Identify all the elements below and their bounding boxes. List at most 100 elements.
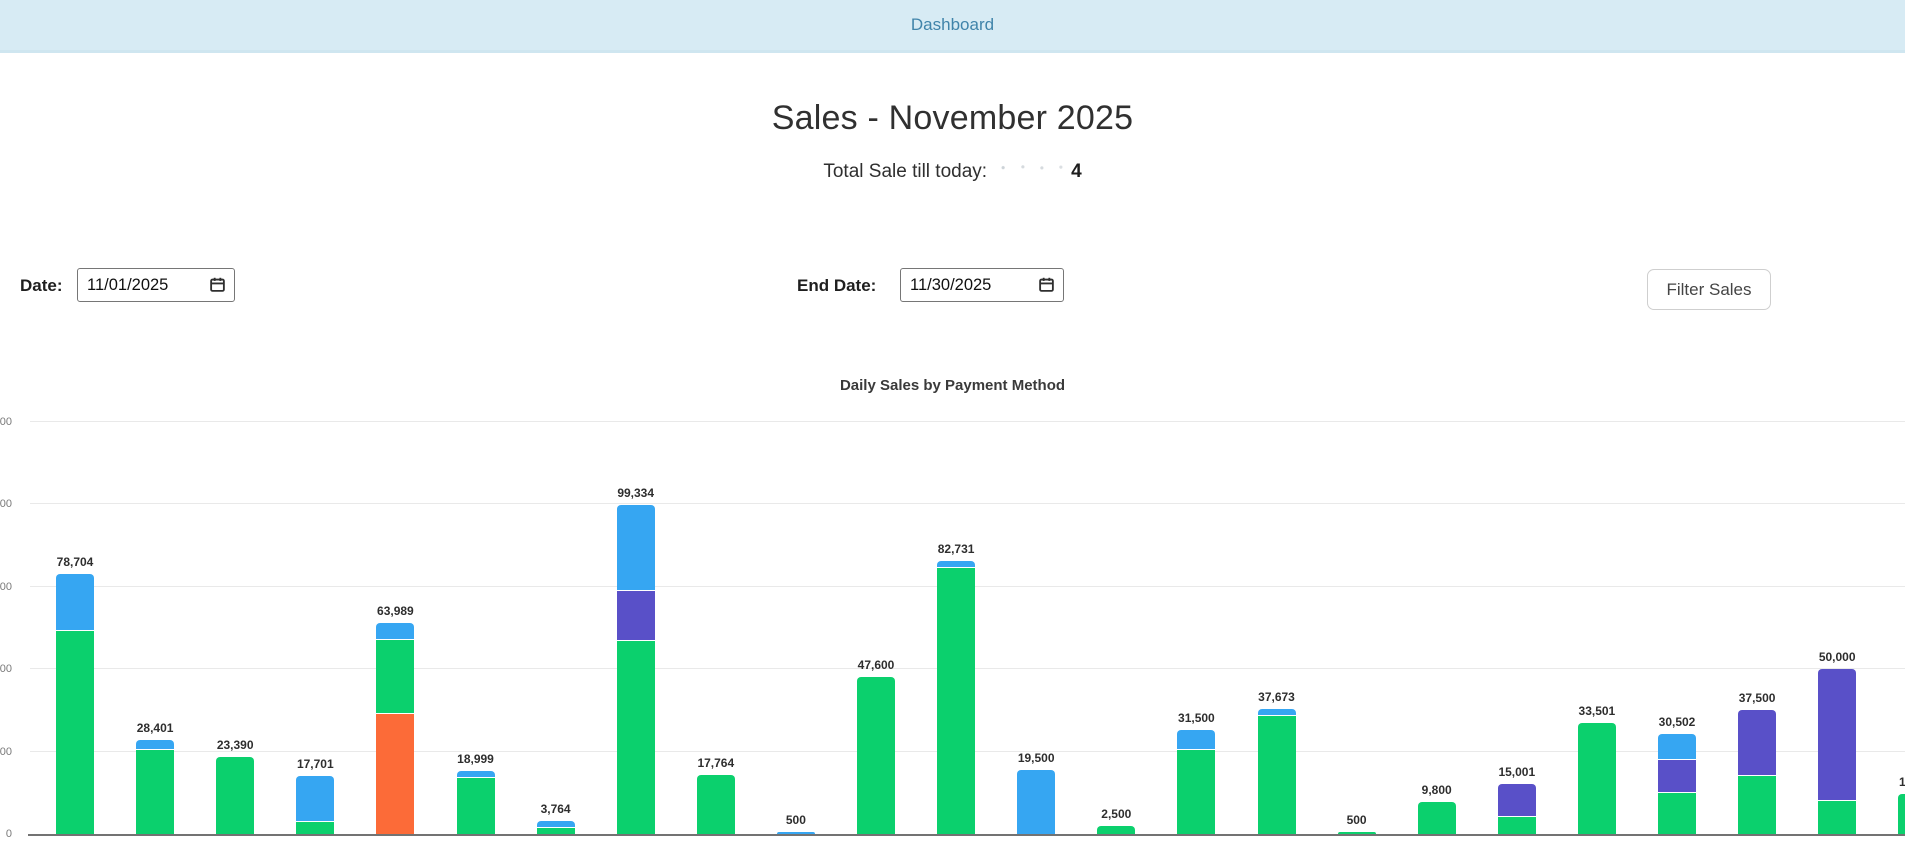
bar-14[interactable] — [1097, 826, 1136, 834]
bar-value-label: 99,334 — [617, 486, 655, 500]
page-title: Sales - November 2025 — [771, 99, 1134, 137]
bar-21[interactable] — [1658, 734, 1696, 834]
bar-value-label: 15,001 — [1498, 765, 1536, 779]
bar-11[interactable] — [857, 677, 895, 834]
bar-segment-blue[interactable] — [616, 505, 655, 591]
bar-segment-blue[interactable] — [937, 561, 976, 568]
bar-segment-green[interactable] — [56, 631, 94, 834]
bar-22[interactable] — [1738, 710, 1777, 834]
bar-segment-blue[interactable] — [1177, 730, 1216, 750]
bar-7[interactable] — [536, 821, 575, 834]
bar-segment-green[interactable] — [696, 775, 735, 834]
bar-10[interactable] — [776, 832, 815, 834]
bar-value-label: 50,000 — [1818, 650, 1856, 664]
total-sale-redaction — [994, 164, 1071, 177]
bar-value-label: 17,701 — [296, 757, 334, 771]
bar-segment-green[interactable] — [1577, 723, 1616, 834]
bar-segment-green[interactable] — [1417, 802, 1456, 834]
bar-segment-green[interactable] — [376, 640, 415, 714]
bar-segment-blue[interactable] — [376, 623, 415, 640]
bar-value-label: 30,502 — [1658, 715, 1696, 729]
x-axis-line — [28, 834, 1905, 836]
bar-value-label: 78,704 — [56, 555, 94, 569]
bar-segment-purple[interactable] — [1497, 784, 1536, 817]
calendar-icon[interactable] — [1038, 276, 1055, 293]
bar-5[interactable] — [376, 623, 415, 834]
bar-segment-green[interactable] — [296, 822, 335, 834]
bar-segment-green[interactable] — [536, 828, 575, 834]
bar-value-label: 500 — [785, 813, 806, 827]
bar-segment-green[interactable] — [136, 750, 175, 834]
end-date-label: End Date: — [797, 276, 877, 295]
bar-segment-green[interactable] — [1097, 826, 1136, 834]
bar-segment-purple[interactable] — [1738, 710, 1777, 776]
bar-segment-green[interactable] — [857, 677, 895, 834]
filter-sales-button[interactable]: Filter Sales — [1647, 269, 1771, 310]
bar-segment-green[interactable] — [1337, 832, 1376, 834]
bar-segment-green[interactable] — [1257, 716, 1296, 834]
total-sale-label: Total Sale till today: — [823, 161, 988, 182]
calendar-icon[interactable] — [209, 276, 226, 293]
y-axis-tick-label: 100,000 — [0, 498, 12, 510]
bar-segment-purple[interactable] — [1818, 669, 1857, 801]
nav-link-dashboard[interactable]: Dashboard — [911, 15, 994, 35]
bar-segment-blue[interactable] — [1017, 770, 1056, 834]
bar-segment-green[interactable] — [937, 568, 976, 834]
bar-23[interactable] — [1818, 669, 1857, 834]
bar-segment-green[interactable] — [216, 757, 255, 834]
bar-segment-blue[interactable] — [1658, 734, 1696, 760]
bar-segment-green[interactable] — [1497, 817, 1536, 834]
bar-18[interactable] — [1417, 802, 1456, 834]
bar-13[interactable] — [1017, 770, 1056, 834]
bar-value-label: 18,999 — [457, 752, 494, 766]
y-axis-tick-label: 125,000 — [0, 415, 12, 428]
bar-segment-green[interactable] — [1658, 793, 1696, 834]
bar-segment-green[interactable] — [1818, 801, 1857, 834]
bar-segment-blue[interactable] — [136, 740, 175, 750]
bar-segment-green[interactable] — [1738, 776, 1777, 834]
bar-8[interactable] — [616, 505, 655, 834]
bar-2[interactable] — [136, 740, 175, 834]
bar-segment-blue[interactable] — [296, 776, 335, 822]
bar-segment-orange[interactable] — [376, 714, 415, 834]
bar-chart-plot[interactable]: 0 25,000 50,000 75,000 100,000 125,000 78,704 2… — [0, 400, 1905, 845]
bar-16[interactable] — [1257, 709, 1296, 834]
bar-segment-purple[interactable] — [1658, 760, 1696, 793]
bar-segment-green[interactable] — [1177, 750, 1216, 834]
bar-12[interactable] — [937, 561, 976, 834]
bar-1[interactable] — [56, 574, 94, 834]
bar-19[interactable] — [1497, 784, 1536, 834]
bar-segment-blue[interactable] — [456, 771, 495, 778]
bar-segment-blue[interactable] — [536, 821, 575, 828]
bar-segment-blue[interactable] — [1257, 709, 1296, 716]
bar-value-label: 31,500 — [1178, 711, 1215, 725]
bar-segment-green[interactable] — [616, 641, 655, 834]
bar-value-label: 37,500 — [1738, 691, 1776, 705]
bar-9[interactable] — [696, 775, 735, 834]
bar-15[interactable] — [1177, 730, 1216, 834]
bar-segment-blue[interactable] — [776, 832, 815, 834]
bar-segment-purple[interactable] — [616, 591, 655, 641]
total-sale-visible-digit: 4 — [1071, 161, 1082, 182]
bar-segment-blue[interactable] — [56, 574, 94, 631]
bar-value-label: 2,500 — [1101, 807, 1132, 821]
bar-value-label: 19,500 — [1017, 751, 1055, 765]
bar-3[interactable] — [216, 757, 255, 834]
bar-value-label: 17,764 — [697, 756, 735, 770]
bar-segment-green[interactable] — [456, 778, 495, 834]
y-axis-tick-label: 25,000 — [0, 745, 12, 758]
bar-17[interactable] — [1337, 832, 1376, 834]
bar-24[interactable] — [1898, 794, 1905, 834]
bar-value-label: 63,989 — [377, 604, 414, 618]
bar-4[interactable] — [296, 776, 335, 834]
bar-20[interactable] — [1577, 723, 1616, 834]
start-date-label: Date: — [20, 276, 63, 295]
bar-6[interactable] — [456, 771, 495, 834]
chart-title: Daily Sales by Payment Method — [839, 377, 1066, 394]
bar-value-label: 82,731 — [937, 542, 975, 556]
bar-value-label: 12,000 — [1898, 775, 1905, 789]
bar-segment-green[interactable] — [1898, 794, 1905, 834]
end-date-field — [900, 268, 1064, 302]
y-axis-tick-label: 75,000 — [0, 580, 12, 593]
bar-value-label: 3,764 — [540, 802, 571, 816]
